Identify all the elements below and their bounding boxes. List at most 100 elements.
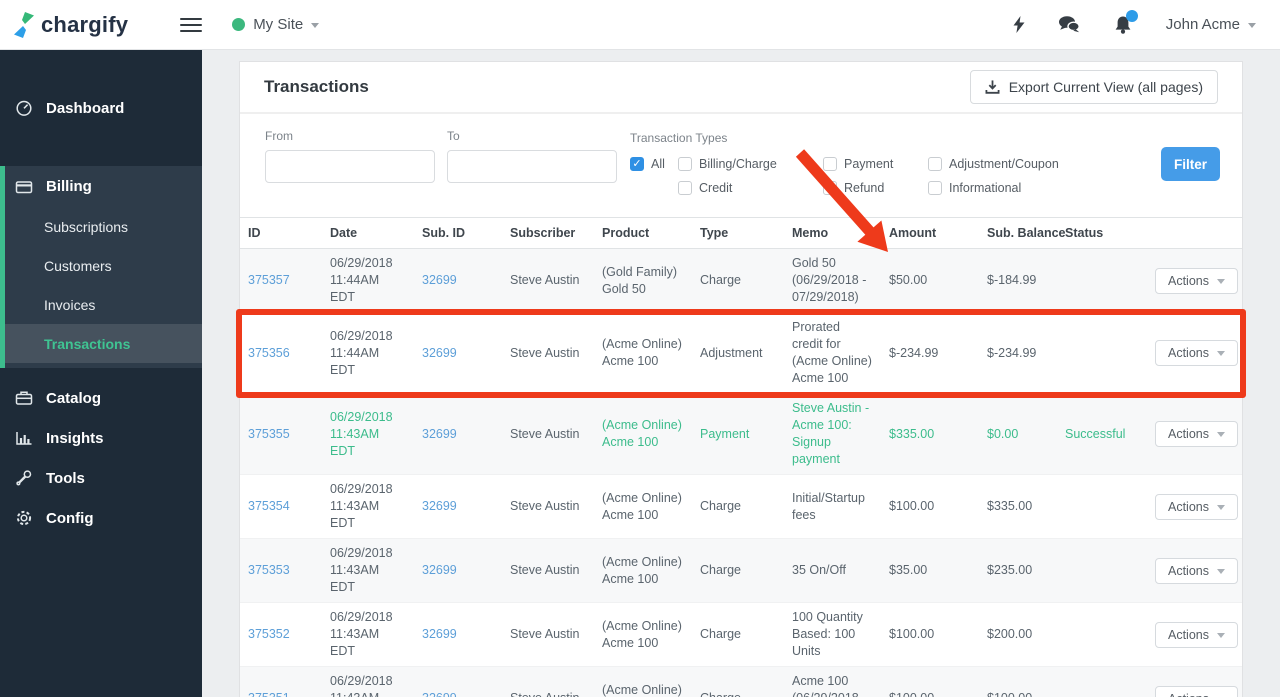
subscription-id-link[interactable]: 32699 bbox=[422, 691, 457, 697]
cell-sub-balance: $200.00 bbox=[979, 602, 1057, 667]
transaction-id-link[interactable]: 375356 bbox=[248, 346, 290, 360]
sidebar-item-billing[interactable]: Billing bbox=[5, 166, 202, 207]
card-header: Transactions Export Current View (all pa… bbox=[240, 62, 1242, 114]
checkbox-label: Adjustment/Coupon bbox=[949, 157, 1059, 171]
table-row: 375354 06/29/2018 11:43AM EDT 32699 Steve A… bbox=[240, 474, 1242, 539]
sidebar-item-dashboard[interactable]: Dashboard bbox=[0, 88, 202, 128]
col-header-id: ID bbox=[240, 217, 322, 249]
cell-date: 06/29/2018 11:43AM EDT bbox=[322, 393, 414, 475]
subscription-id-link: 32699 bbox=[414, 248, 502, 313]
sidebar-item-config[interactable]: Config bbox=[0, 498, 202, 538]
cell-sub-balance: $335.00 bbox=[979, 474, 1057, 539]
actions-button[interactable]: Actions bbox=[1155, 340, 1238, 366]
types-column: ✓ Billing/Charge ✓ Credit bbox=[678, 157, 823, 205]
checkbox-payment[interactable]: ✓ Payment bbox=[823, 157, 928, 171]
subscription-id-link[interactable]: 32699 bbox=[422, 499, 457, 513]
cell-type: Charge bbox=[692, 248, 784, 313]
transaction-id-link[interactable]: 375352 bbox=[248, 627, 290, 641]
sidebar-item-transactions[interactable]: Transactions bbox=[5, 324, 202, 363]
actions-button[interactable]: Actions bbox=[1155, 421, 1238, 447]
activity-bolt-icon[interactable] bbox=[1013, 16, 1025, 33]
transaction-id-link: 375353 bbox=[240, 538, 322, 603]
checkbox-box[interactable]: ✓ bbox=[678, 157, 692, 171]
filter-button[interactable]: Filter bbox=[1161, 147, 1220, 181]
checkbox-all[interactable]: ✓ All bbox=[630, 157, 678, 171]
checkbox-box[interactable]: ✓ bbox=[678, 181, 692, 195]
checkbox-label: Informational bbox=[949, 181, 1022, 195]
table-row: 375351 06/29/2018 11:43AM EDT 32699 Steve A… bbox=[240, 666, 1242, 697]
transaction-id-link[interactable]: 375354 bbox=[248, 499, 290, 513]
sidebar-item-customers[interactable]: Customers bbox=[5, 246, 202, 285]
cell-type: Charge bbox=[692, 538, 784, 603]
subscription-id-link: 32699 bbox=[414, 474, 502, 539]
chargify-logo[interactable]: chargify bbox=[14, 11, 128, 38]
main-content: Transactions Export Current View (all pa… bbox=[202, 50, 1280, 697]
chevron-down-icon bbox=[1217, 432, 1225, 437]
notifications-bell-icon[interactable] bbox=[1114, 10, 1138, 34]
transaction-id-link[interactable]: 375357 bbox=[248, 273, 290, 287]
sidebar-item-subscriptions[interactable]: Subscriptions bbox=[5, 207, 202, 246]
checkbox-billing-charge[interactable]: ✓ Billing/Charge bbox=[678, 157, 823, 171]
from-field: From bbox=[265, 129, 435, 214]
insights-chart-icon bbox=[16, 432, 32, 445]
from-label: From bbox=[265, 129, 293, 143]
actions-button-label: Actions bbox=[1168, 499, 1209, 514]
chevron-down-icon bbox=[1217, 504, 1225, 510]
cell-status bbox=[1057, 666, 1147, 697]
subscription-id-link[interactable]: 32699 bbox=[422, 273, 457, 287]
transactions-table: ID Date Sub. ID Subscriber Product Type … bbox=[240, 217, 1242, 697]
actions-button[interactable]: Actions bbox=[1155, 621, 1238, 648]
table-row: 375357 06/29/2018 11:44AM EDT 32699 Steve A… bbox=[240, 248, 1242, 313]
subscription-id-link[interactable]: 32699 bbox=[422, 346, 457, 360]
sidebar-item-invoices[interactable]: Invoices bbox=[5, 285, 202, 324]
sidebar-item-catalog[interactable]: Catalog bbox=[0, 378, 202, 418]
actions-button[interactable]: Actions bbox=[1155, 267, 1238, 294]
checkbox-refund[interactable]: ✓ Refund bbox=[823, 181, 928, 195]
cell-sub-balance: $-234.99 bbox=[979, 312, 1057, 394]
checkbox-box[interactable]: ✓ bbox=[823, 181, 837, 195]
user-menu[interactable]: John Acme bbox=[1166, 16, 1256, 33]
actions-button-label: Actions bbox=[1168, 273, 1209, 288]
actions-button[interactable]: Actions bbox=[1155, 493, 1238, 520]
checkbox-box[interactable]: ✓ bbox=[630, 157, 644, 171]
subscription-id-link[interactable]: 32699 bbox=[422, 627, 457, 641]
cell-status bbox=[1057, 248, 1147, 313]
subscription-id-link: 32699 bbox=[414, 538, 502, 603]
site-selector[interactable]: My Site bbox=[232, 16, 320, 33]
checkbox-adjustment-coupon[interactable]: ✓ Adjustment/Coupon bbox=[928, 157, 1098, 171]
table-row: 375353 06/29/2018 11:43AM EDT 32699 Steve A… bbox=[240, 538, 1242, 603]
subscription-id-link[interactable]: 32699 bbox=[422, 427, 457, 441]
transaction-id-link[interactable]: 375355 bbox=[248, 427, 290, 441]
cell-memo: Prorated credit for (Acme Online) Acme 1… bbox=[784, 312, 881, 394]
checkbox-box[interactable]: ✓ bbox=[928, 181, 942, 195]
menu-icon[interactable] bbox=[180, 14, 203, 36]
from-input[interactable] bbox=[265, 150, 435, 183]
sidebar-item-tools[interactable]: Tools bbox=[0, 458, 202, 498]
export-button[interactable]: Export Current View (all pages) bbox=[969, 70, 1218, 104]
cell-memo: Acme 100 (06/29/2018 - 07/29/2018) bbox=[784, 666, 881, 697]
filter-bar: From To Transaction Types ✓ All ✓ Billing/C… bbox=[240, 114, 1242, 214]
transaction-id-link[interactable]: 375351 bbox=[248, 691, 290, 697]
notification-badge bbox=[1125, 10, 1138, 22]
catalog-briefcase-icon bbox=[15, 391, 33, 405]
cell-actions: Actions bbox=[1147, 538, 1242, 603]
checkbox-credit[interactable]: ✓ Credit bbox=[678, 181, 823, 195]
checkbox-box[interactable]: ✓ bbox=[823, 157, 837, 171]
cell-amount: $35.00 bbox=[881, 538, 979, 603]
to-input[interactable] bbox=[447, 150, 617, 183]
cell-subscriber: Steve Austin bbox=[502, 393, 594, 475]
transaction-id-link[interactable]: 375353 bbox=[248, 563, 290, 577]
subscription-id-link[interactable]: 32699 bbox=[422, 563, 457, 577]
actions-button[interactable]: Actions bbox=[1155, 685, 1238, 697]
col-header-amount: Amount bbox=[881, 217, 979, 249]
chat-icon[interactable] bbox=[1058, 16, 1080, 33]
checkbox-box[interactable]: ✓ bbox=[928, 157, 942, 171]
actions-button[interactable]: Actions bbox=[1155, 557, 1238, 584]
col-header-actions bbox=[1147, 217, 1242, 249]
col-header-product: Product bbox=[594, 217, 692, 249]
config-gear-icon bbox=[16, 510, 32, 526]
checkbox-informational[interactable]: ✓ Informational bbox=[928, 181, 1098, 195]
transaction-id-link: 375351 bbox=[240, 666, 322, 697]
sidebar-item-insights[interactable]: Insights bbox=[0, 418, 202, 458]
cell-actions: Actions bbox=[1147, 602, 1242, 667]
